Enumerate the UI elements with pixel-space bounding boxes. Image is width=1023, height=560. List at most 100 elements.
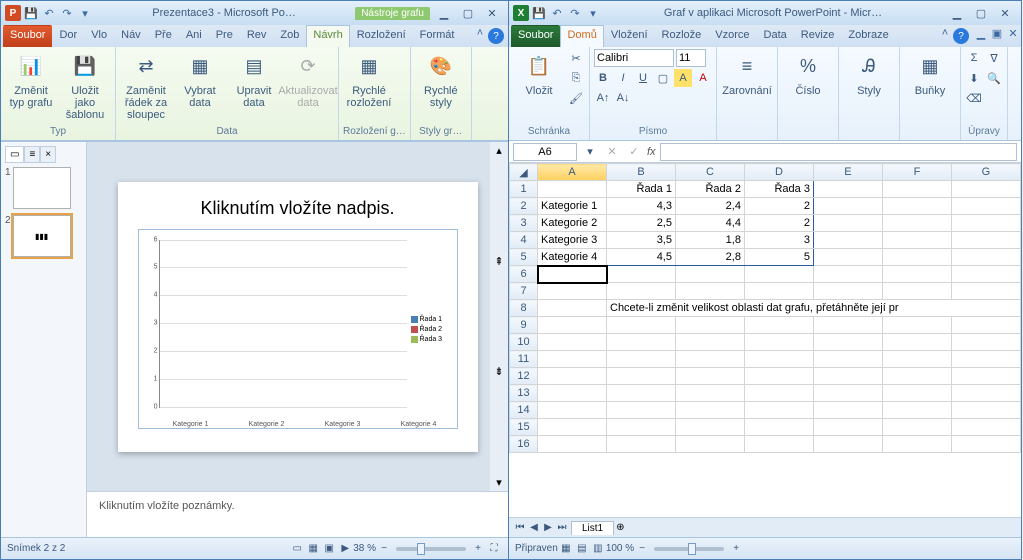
cell-F15[interactable] — [882, 419, 951, 436]
cell-D10[interactable] — [744, 334, 813, 351]
xl-tab-review[interactable]: Revize — [794, 25, 842, 47]
sheet-prev-icon[interactable]: ◀ — [527, 522, 541, 533]
fill-icon[interactable]: ⬇ — [965, 69, 983, 87]
row-header-16[interactable]: 16 — [510, 436, 538, 453]
redo-icon[interactable]: ↷ — [59, 5, 75, 21]
sheet-last-icon[interactable]: ⏭ — [555, 522, 569, 533]
find-select-icon[interactable]: 🔍 — [985, 69, 1003, 87]
tab-file[interactable]: Soubor — [3, 25, 52, 47]
cell-A4[interactable]: Kategorie 3 — [538, 232, 607, 249]
cell-A16[interactable] — [538, 436, 607, 453]
cell-E12[interactable] — [813, 368, 882, 385]
reading-view-icon[interactable]: ▣ — [321, 541, 337, 557]
cell-F7[interactable] — [882, 283, 951, 300]
cell-A3[interactable]: Kategorie 2 — [538, 215, 607, 232]
slideshow-view-icon[interactable]: ▶ — [337, 541, 353, 557]
col-header-A[interactable]: A — [538, 164, 607, 181]
cell-D7[interactable] — [744, 283, 813, 300]
zoom-in-icon[interactable]: + — [470, 541, 486, 557]
quick-layout-button[interactable]: ▦Rychlé rozložení — [343, 49, 395, 111]
row-header-11[interactable]: 11 — [510, 351, 538, 368]
cell-A6[interactable] — [538, 266, 607, 283]
row-header-12[interactable]: 12 — [510, 368, 538, 385]
cell-C15[interactable] — [675, 419, 744, 436]
tab-chart-format[interactable]: Formát — [413, 25, 462, 47]
row-header-14[interactable]: 14 — [510, 402, 538, 419]
xl-qat-more-icon[interactable]: ▾ — [585, 5, 601, 21]
cell-A2[interactable]: Kategorie 1 — [538, 198, 607, 215]
cell-D12[interactable] — [744, 368, 813, 385]
cell-E16[interactable] — [813, 436, 882, 453]
ribbon-minimize-icon[interactable]: ˄ — [472, 25, 488, 41]
sorter-view-icon[interactable]: ▦ — [305, 541, 321, 557]
xl-zoom-in-icon[interactable]: + — [728, 541, 744, 557]
xl-tab-layout[interactable]: Rozlože — [655, 25, 709, 47]
cell-A7[interactable] — [538, 283, 607, 300]
xl-ribbon-minimize-icon[interactable]: ˄ — [937, 25, 953, 41]
fill-color-icon[interactable]: A — [674, 69, 692, 87]
cell-D6[interactable] — [744, 266, 813, 283]
xl-tab-home[interactable]: Domů — [560, 25, 603, 47]
cell-E5[interactable] — [813, 249, 882, 266]
cell-B2[interactable]: 4,3 — [607, 198, 676, 215]
cell-F2[interactable] — [882, 198, 951, 215]
row-header-13[interactable]: 13 — [510, 385, 538, 402]
cell-G11[interactable] — [951, 351, 1020, 368]
xl-tab-insert[interactable]: Vložení — [604, 25, 655, 47]
xl-minimize-icon[interactable]: ▁ — [945, 5, 969, 21]
cell-F11[interactable] — [882, 351, 951, 368]
cell-C6[interactable] — [675, 266, 744, 283]
cell-C11[interactable] — [675, 351, 744, 368]
quick-styles-button[interactable]: 🎨Rychlé styly — [415, 49, 467, 111]
cell-B1[interactable]: Řada 1 — [607, 181, 676, 198]
sheet-next-icon[interactable]: ▶ — [541, 522, 555, 533]
cell-F3[interactable] — [882, 215, 951, 232]
formula-input[interactable] — [660, 143, 1017, 161]
undo-icon[interactable]: ↶ — [41, 5, 57, 21]
autosum-icon[interactable]: Σ — [965, 49, 983, 67]
cell-F13[interactable] — [882, 385, 951, 402]
xl-zoom-out-icon[interactable]: − — [634, 541, 650, 557]
cell-E13[interactable] — [813, 385, 882, 402]
maximize-icon[interactable]: ▢ — [456, 5, 480, 21]
cell-G6[interactable] — [951, 266, 1020, 283]
cell-G3[interactable] — [951, 215, 1020, 232]
tab-chart-layout[interactable]: Rozložení — [350, 25, 413, 47]
cell-D2[interactable]: 2 — [744, 198, 813, 215]
row-header-6[interactable]: 6 — [510, 266, 538, 283]
grow-font-icon[interactable]: A↑ — [594, 89, 612, 107]
xl-tab-formulas[interactable]: Vzorce — [708, 25, 756, 47]
cancel-entry-icon[interactable]: ✕ — [603, 143, 621, 161]
cell-B6[interactable] — [607, 266, 676, 283]
cell-D9[interactable] — [744, 317, 813, 334]
confirm-entry-icon[interactable]: ✓ — [625, 143, 643, 161]
tab-animations[interactable]: Ani — [179, 25, 209, 47]
xl-close-icon[interactable]: ✕ — [993, 5, 1017, 21]
xl-normal-view-icon[interactable]: ▦ — [558, 541, 574, 557]
paste-button[interactable]: 📋Vložit — [513, 49, 565, 99]
cell-D14[interactable] — [744, 402, 813, 419]
cell-F10[interactable] — [882, 334, 951, 351]
vscroll[interactable]: ▴⇞⇟▾ — [490, 142, 508, 491]
change-chart-type-button[interactable]: 📊Změnit typ grafu — [5, 49, 57, 111]
cell-C14[interactable] — [675, 402, 744, 419]
bold-icon[interactable]: B — [594, 69, 612, 87]
cell-C16[interactable] — [675, 436, 744, 453]
cell-A11[interactable] — [538, 351, 607, 368]
outline-tab[interactable]: ≡ — [24, 146, 40, 163]
cell-B12[interactable] — [607, 368, 676, 385]
cell-G12[interactable] — [951, 368, 1020, 385]
cell-C1[interactable]: Řada 2 — [675, 181, 744, 198]
qat-more-icon[interactable]: ▾ — [77, 5, 93, 21]
cell-C12[interactable] — [675, 368, 744, 385]
tab-slideshow[interactable]: Pre — [209, 25, 240, 47]
col-header-B[interactable]: B — [607, 164, 676, 181]
row-header-7[interactable]: 7 — [510, 283, 538, 300]
cell-D15[interactable] — [744, 419, 813, 436]
slides-tab[interactable]: ▭ — [5, 146, 24, 163]
cell-C13[interactable] — [675, 385, 744, 402]
cell-F6[interactable] — [882, 266, 951, 283]
row-header-3[interactable]: 3 — [510, 215, 538, 232]
cell-E2[interactable] — [813, 198, 882, 215]
cell-G10[interactable] — [951, 334, 1020, 351]
